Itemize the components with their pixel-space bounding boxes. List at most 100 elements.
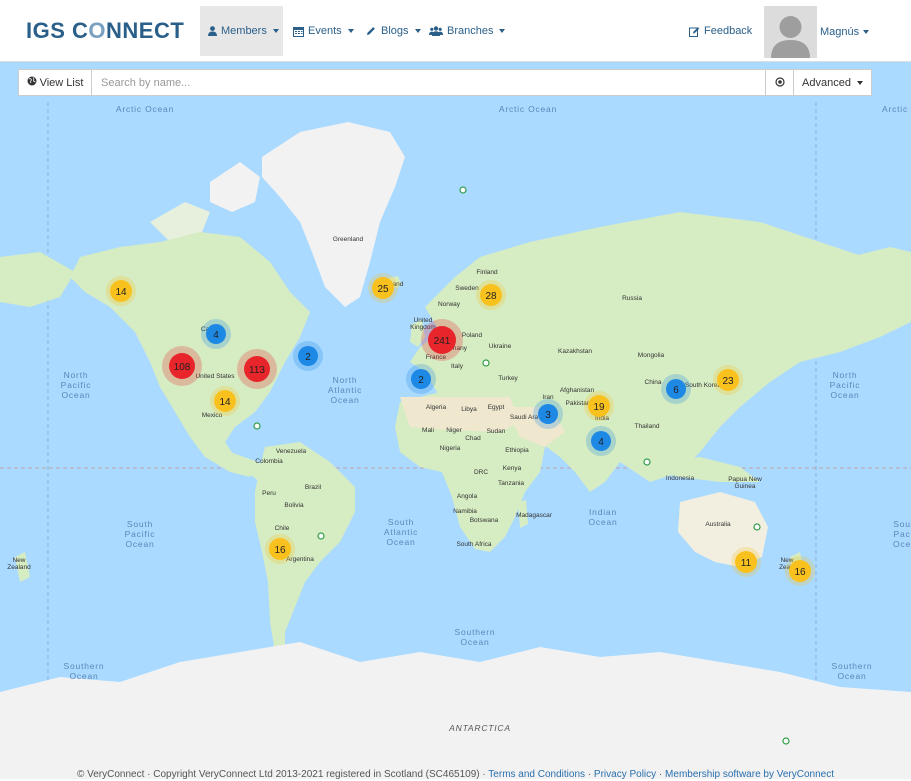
member-marker[interactable] xyxy=(253,422,261,430)
member-marker[interactable] xyxy=(317,532,325,540)
user-name-label: Magnús xyxy=(820,26,860,38)
nav-branches[interactable]: Branches xyxy=(421,6,513,56)
place-label: Venezuela xyxy=(276,448,307,455)
search-input[interactable] xyxy=(92,70,765,95)
ocean-label: Ocean xyxy=(830,390,859,400)
membership-software-link[interactable]: Membership software by VeryConnect xyxy=(665,769,834,780)
ocean-label: Pacific xyxy=(125,529,156,539)
user-menu[interactable]: Magnús xyxy=(820,6,870,58)
place-label: Zealand xyxy=(7,564,31,571)
advanced-search-button[interactable]: Advanced xyxy=(793,70,871,95)
cluster-marker[interactable]: 25 xyxy=(368,273,398,303)
advanced-label: Advanced xyxy=(802,76,851,89)
cluster-marker[interactable]: 2 xyxy=(293,341,323,371)
place-label: Thailand xyxy=(635,423,660,430)
member-marker[interactable] xyxy=(482,359,490,367)
place-label: Peru xyxy=(262,490,276,497)
cluster-count: 4 xyxy=(213,330,219,341)
privacy-link[interactable]: Privacy Policy xyxy=(594,769,656,780)
member-marker[interactable] xyxy=(459,186,467,194)
land-arctic-islands xyxy=(210,162,260,212)
cluster-marker[interactable]: 23 xyxy=(713,365,743,395)
cluster-marker[interactable]: 4 xyxy=(201,319,231,349)
member-marker[interactable] xyxy=(753,523,761,531)
member-marker[interactable] xyxy=(782,737,790,745)
view-list-label: View List xyxy=(39,76,84,89)
ocean-label: Atlantic xyxy=(328,385,362,395)
cluster-marker[interactable]: 4 xyxy=(586,426,616,456)
members-map[interactable]: Arctic Ocean Arctic Ocean Arctic North P… xyxy=(0,62,911,779)
cluster-marker[interactable]: 241 xyxy=(421,319,463,361)
place-label: United States xyxy=(195,373,235,380)
cluster-count: 28 xyxy=(485,291,497,302)
view-list-button[interactable]: View List xyxy=(19,70,92,95)
footer-separator: · xyxy=(585,769,594,780)
cluster-marker[interactable]: 11 xyxy=(731,547,761,577)
ocean-label: Southern xyxy=(832,661,873,671)
locate-button[interactable] xyxy=(765,70,793,95)
cluster-marker[interactable]: 14 xyxy=(210,386,240,416)
place-label: Afghanistan xyxy=(560,387,595,394)
chevron-down-icon xyxy=(856,80,863,85)
calendar-icon xyxy=(292,25,304,37)
cluster-marker[interactable]: 108 xyxy=(162,346,202,386)
cluster-count: 16 xyxy=(274,545,286,556)
terms-link[interactable]: Terms and Conditions xyxy=(488,769,585,780)
cluster-marker[interactable]: 3 xyxy=(533,399,563,429)
nav-members-label: Members xyxy=(221,25,267,37)
cluster-marker[interactable]: 113 xyxy=(237,349,277,389)
map-search-bar: View List Advanced xyxy=(18,69,872,96)
top-navbar: IGS CONNECT Members Events Blogs Branche… xyxy=(0,0,911,62)
cluster-marker[interactable]: 16 xyxy=(785,556,815,586)
ocean-label: Arctic xyxy=(882,104,908,114)
nav-events[interactable]: Events xyxy=(284,6,362,56)
place-label: Kazakhstan xyxy=(558,348,592,355)
place-label: Ukraine xyxy=(489,343,512,350)
place-label: Norway xyxy=(438,301,461,308)
place-label: Niger xyxy=(446,427,462,434)
cluster-marker[interactable]: 6 xyxy=(661,374,691,404)
cluster-marker[interactable]: 14 xyxy=(106,276,136,306)
chevron-down-icon xyxy=(272,29,279,33)
users-group-icon xyxy=(429,25,443,37)
place-label: Colombia xyxy=(255,458,283,465)
cluster-count: 16 xyxy=(794,567,806,578)
chevron-down-icon xyxy=(499,29,506,33)
cluster-marker[interactable]: 16 xyxy=(265,534,295,564)
land-alaska-left xyxy=(0,252,75,307)
ocean-label: Southern xyxy=(455,627,496,637)
nav-events-label: Events xyxy=(308,25,342,37)
nav-blogs[interactable]: Blogs xyxy=(357,6,429,56)
member-marker[interactable] xyxy=(643,458,651,466)
cluster-count: 241 xyxy=(434,336,451,347)
continent-label: ANTARCTICA xyxy=(448,723,511,733)
globe-icon xyxy=(27,76,37,89)
place-label: Angola xyxy=(457,493,478,500)
ocean-label: Ocean xyxy=(460,637,489,647)
ocean-label: Arctic Ocean xyxy=(499,104,557,114)
place-label: Papua New xyxy=(728,476,762,483)
avatar[interactable] xyxy=(764,6,817,58)
place-label: Ethiopia xyxy=(505,447,529,454)
nav-feedback[interactable]: Feedback xyxy=(680,6,760,56)
igs-connect-logo[interactable]: IGS CONNECT xyxy=(26,18,184,44)
place-label: Libya xyxy=(461,406,477,413)
cluster-marker[interactable]: 28 xyxy=(476,280,506,310)
place-label: Botswana xyxy=(470,517,499,524)
cluster-count: 14 xyxy=(115,287,127,298)
ocean-label: Ocean xyxy=(588,517,617,527)
ocean-label: Arctic Ocean xyxy=(116,104,174,114)
cluster-count: 3 xyxy=(545,410,551,421)
ocean-label: Southern xyxy=(64,661,105,671)
world-map: Arctic Ocean Arctic Ocean Arctic North P… xyxy=(0,102,911,779)
cluster-count: 2 xyxy=(305,352,311,363)
user-icon xyxy=(208,25,217,37)
ocean-label: Ocean xyxy=(125,539,154,549)
ocean-label: South xyxy=(127,519,153,529)
cluster-marker[interactable]: 19 xyxy=(584,391,614,421)
nav-members[interactable]: Members xyxy=(200,6,283,56)
ocean-label: Indian xyxy=(589,507,617,517)
cluster-count: 14 xyxy=(219,397,231,408)
footer-separator: · xyxy=(656,769,666,780)
cluster-marker[interactable]: 2 xyxy=(406,364,436,394)
